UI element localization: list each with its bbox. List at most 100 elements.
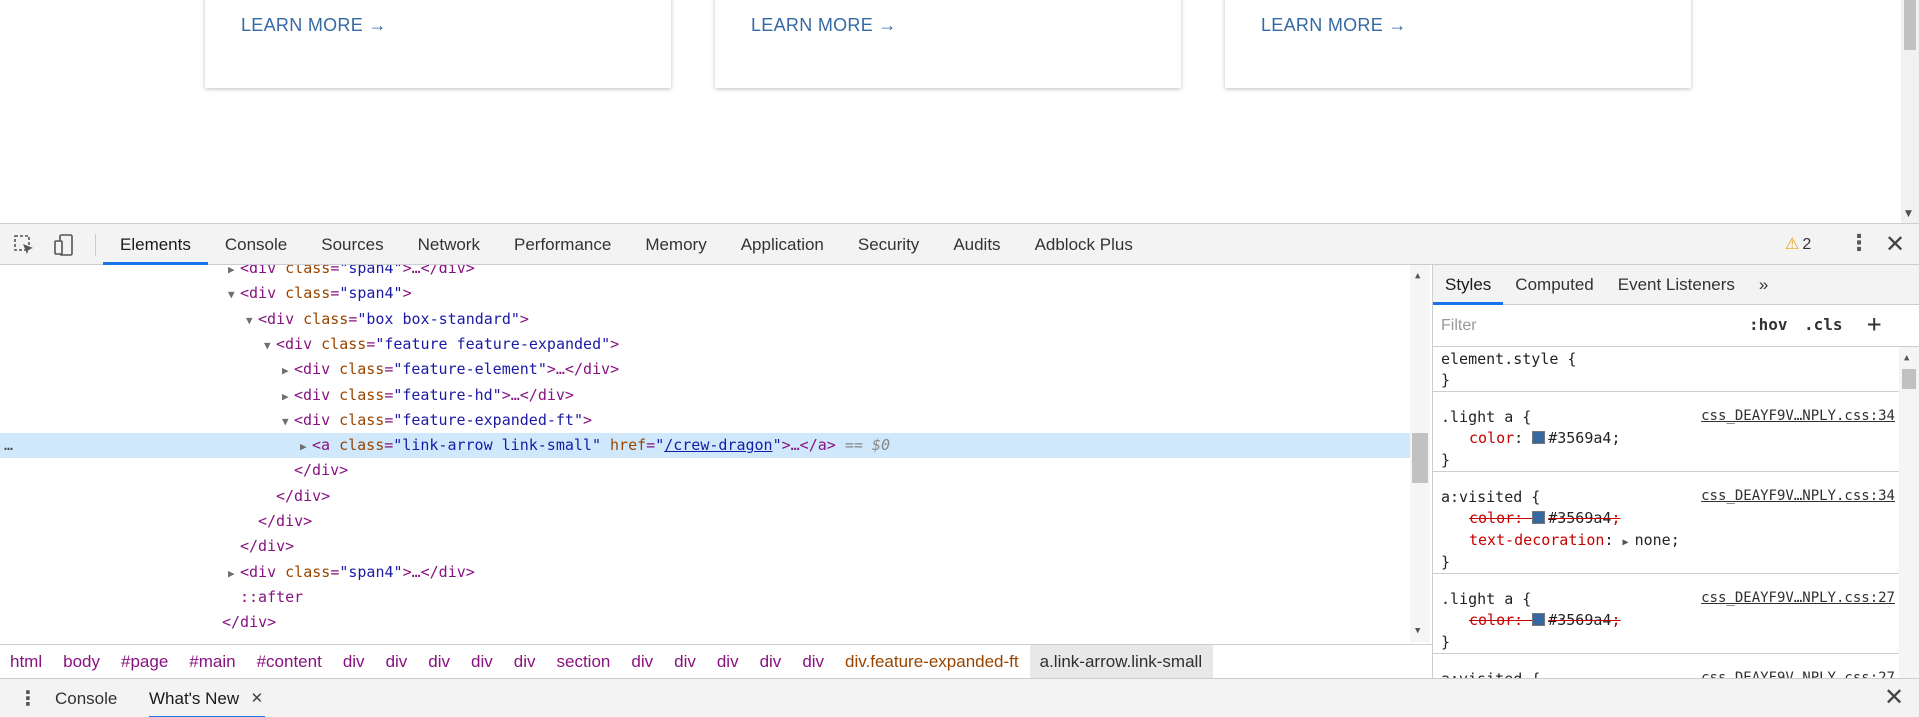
style-property[interactable]: color: #3569a4;: [1433, 507, 1899, 529]
breadcrumb-item[interactable]: #main: [179, 645, 246, 679]
drawer-menu-icon[interactable]: ⋮: [18, 686, 38, 710]
page-scrollbar-thumb[interactable]: [1904, 0, 1916, 50]
learn-more-link[interactable]: LEARN MORE →: [241, 15, 387, 36]
expand-arrow-icon[interactable]: ▶: [300, 434, 312, 459]
scroll-down-arrow-icon[interactable]: ▼: [1905, 209, 1912, 219]
property-value[interactable]: #3569a4: [1548, 611, 1611, 629]
scroll-up-arrow-icon[interactable]: ▲: [1415, 271, 1420, 281]
breadcrumb-item[interactable]: a.link-arrow.link-small: [1029, 644, 1214, 679]
dom-node[interactable]: </div>: [0, 484, 1410, 509]
dom-node-selected[interactable]: … ▶ <a class="link-arrow link-small" href=…: [0, 433, 1410, 459]
property-name[interactable]: color: [1469, 611, 1514, 629]
dom-node[interactable]: ::after: [0, 585, 1410, 610]
dom-node[interactable]: ▼ <div class="span4">: [0, 281, 1410, 306]
breadcrumb-item[interactable]: div: [376, 645, 419, 679]
expand-arrow-icon[interactable]: ▶: [282, 358, 294, 383]
learn-more-link[interactable]: LEARN MORE →: [751, 15, 897, 36]
breadcrumb-item[interactable]: div: [750, 645, 793, 679]
collapse-arrow-icon[interactable]: ▼: [282, 409, 294, 434]
tab-adblock-plus[interactable]: Adblock Plus: [1018, 224, 1150, 265]
drawer-tab-console[interactable]: Console: [55, 679, 117, 717]
expand-arrow-icon[interactable]: ▶: [228, 265, 240, 282]
more-tabs-icon[interactable]: »: [1747, 265, 1780, 305]
property-name[interactable]: color: [1469, 509, 1514, 527]
scroll-down-arrow-icon[interactable]: ▼: [1415, 626, 1420, 636]
breadcrumb-item[interactable]: div: [418, 645, 461, 679]
drawer-tab-whats-new[interactable]: What's New ✕: [149, 679, 266, 717]
breadcrumb-item[interactable]: div.feature-expanded-ft: [835, 645, 1030, 679]
dom-node[interactable]: ▶ <div class="feature-element">…</div>: [0, 357, 1410, 382]
breadcrumb-item[interactable]: div: [664, 645, 707, 679]
color-swatch[interactable]: [1532, 613, 1546, 626]
dom-node[interactable]: ▼ <div class="feature feature-expanded">: [0, 332, 1410, 357]
rule-source-link[interactable]: css_DEAYF9V…NPLY.css:34: [1701, 485, 1895, 507]
breadcrumb-item[interactable]: div: [621, 645, 664, 679]
close-drawer-icon[interactable]: ✕: [1884, 683, 1904, 711]
breadcrumb-item[interactable]: div: [504, 645, 547, 679]
collapse-arrow-icon[interactable]: ▼: [264, 333, 276, 358]
property-name[interactable]: color: [1469, 429, 1514, 447]
breadcrumb-item[interactable]: div: [461, 645, 504, 679]
dom-node[interactable]: ▶ <div class="span4">…</div>: [0, 265, 1410, 281]
expand-arrow-icon[interactable]: ▶: [228, 561, 240, 586]
tab-console[interactable]: Console: [208, 224, 304, 265]
property-value[interactable]: #3569a4: [1548, 429, 1611, 447]
style-property[interactable]: text-decoration: ▶ none;: [1433, 529, 1899, 551]
rule-selector[interactable]: a:visited {: [1441, 670, 1540, 678]
hov-toggle[interactable]: :hov: [1749, 315, 1788, 334]
tab-sources[interactable]: Sources: [304, 224, 400, 265]
rule-selector[interactable]: element.style {: [1441, 350, 1576, 368]
breadcrumb-item[interactable]: div: [333, 645, 376, 679]
tab-security[interactable]: Security: [841, 224, 936, 265]
elements-scrollbar-thumb[interactable]: [1412, 433, 1428, 483]
rule-source-link[interactable]: css_DEAYF9V…NPLY.css:27: [1701, 667, 1895, 678]
elements-scrollbar[interactable]: ▲ ▼: [1410, 265, 1430, 642]
breadcrumb-item[interactable]: #content: [247, 645, 333, 679]
dom-node[interactable]: ▶ <div class="span4">…</div>: [0, 560, 1410, 585]
close-devtools-icon[interactable]: ✕: [1885, 229, 1905, 259]
dom-node[interactable]: </div>: [0, 458, 1410, 483]
dom-node[interactable]: </div>: [0, 509, 1410, 534]
tab-network[interactable]: Network: [401, 224, 497, 265]
rule-selector[interactable]: .light a {: [1441, 590, 1531, 608]
breadcrumb-item[interactable]: #page: [111, 645, 179, 679]
tab-audits[interactable]: Audits: [936, 224, 1017, 265]
cls-toggle[interactable]: .cls: [1804, 315, 1843, 334]
breadcrumb-item[interactable]: html: [0, 645, 53, 679]
tab-performance[interactable]: Performance: [497, 224, 628, 265]
breadcrumb-item[interactable]: div: [707, 645, 750, 679]
more-options-icon[interactable]: ⋮: [1848, 232, 1870, 256]
collapse-arrow-icon[interactable]: ▼: [228, 282, 240, 307]
node-actions-icon[interactable]: …: [4, 433, 13, 458]
styles-filter-input[interactable]: Filter: [1441, 317, 1477, 335]
page-scrollbar[interactable]: ▼: [1901, 0, 1919, 223]
expand-shorthand-icon[interactable]: ▶: [1623, 537, 1635, 548]
tab-memory[interactable]: Memory: [628, 224, 723, 265]
dom-node[interactable]: ▶ <div class="feature-hd">…</div>: [0, 383, 1410, 408]
dom-node[interactable]: ▼ <div class="box box-standard">: [0, 307, 1410, 332]
style-property[interactable]: color: #3569a4;: [1433, 427, 1899, 449]
tab-styles[interactable]: Styles: [1433, 265, 1504, 305]
rule-selector[interactable]: .light a {: [1441, 408, 1531, 426]
learn-more-link[interactable]: LEARN MORE →: [1261, 15, 1407, 36]
expand-arrow-icon[interactable]: ▶: [282, 384, 294, 409]
tab-elements[interactable]: Elements: [103, 224, 208, 265]
tab-computed[interactable]: Computed: [1503, 265, 1605, 305]
rule-source-link[interactable]: css_DEAYF9V…NPLY.css:34: [1701, 405, 1895, 427]
tab-application[interactable]: Application: [724, 224, 841, 265]
dom-node[interactable]: ▼ <div class="feature-expanded-ft">: [0, 408, 1410, 433]
property-value[interactable]: none: [1635, 531, 1671, 549]
styles-scrollbar[interactable]: ▲: [1899, 347, 1919, 678]
warnings-counter[interactable]: ⚠ 2: [1785, 224, 1811, 265]
property-name[interactable]: text-decoration: [1469, 531, 1604, 549]
close-tab-icon[interactable]: ✕: [251, 679, 264, 717]
scroll-up-arrow-icon[interactable]: ▲: [1904, 353, 1909, 363]
breadcrumb-item[interactable]: section: [547, 645, 622, 679]
inspect-element-icon[interactable]: [13, 234, 35, 256]
rule-selector[interactable]: a:visited {: [1441, 488, 1540, 506]
color-swatch[interactable]: [1532, 511, 1546, 524]
breadcrumb-item[interactable]: body: [53, 645, 111, 679]
tab-event-listeners[interactable]: Event Listeners: [1606, 265, 1747, 305]
dom-node[interactable]: </div>: [0, 610, 1410, 635]
dom-node[interactable]: </div>: [0, 534, 1410, 559]
